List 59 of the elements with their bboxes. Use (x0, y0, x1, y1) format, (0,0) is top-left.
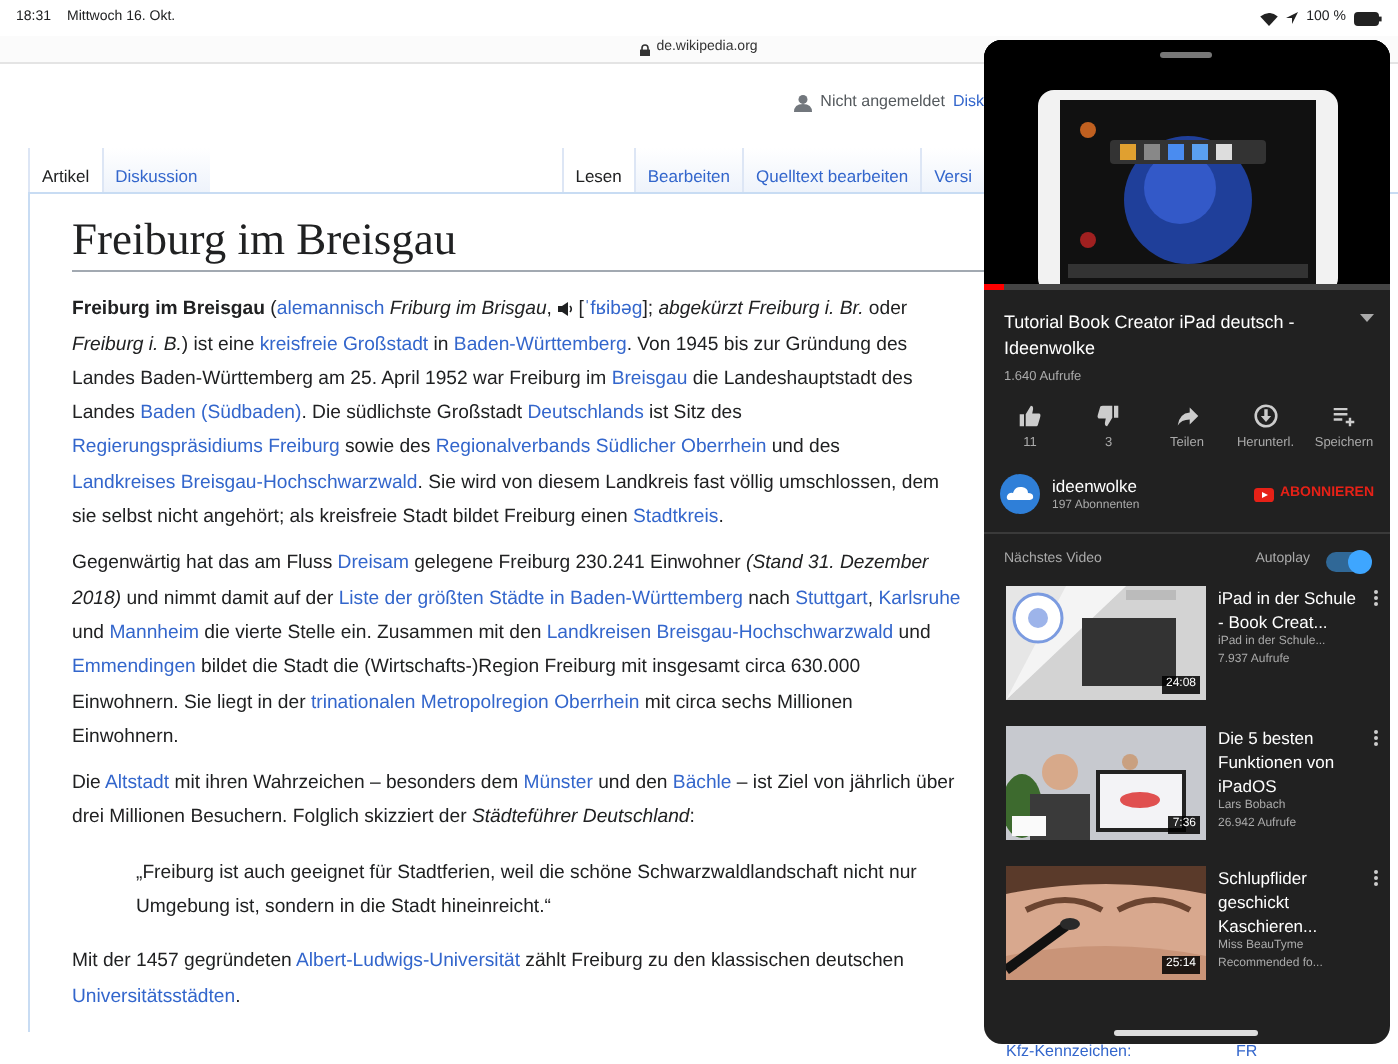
tab[interactable]: Versi (920, 148, 984, 192)
link[interactable]: ˈfʁibəg (583, 298, 643, 321)
link[interactable]: Landkreises Breisgau-Hochschwarzwald (72, 471, 418, 494)
link[interactable]: Stadtkreis (633, 506, 719, 529)
expand-caret-icon[interactable] (1360, 314, 1374, 322)
paragraph: Freiburg im Breisgau (alemannisch Friburg im Brisgau, [ˈfʁibəg]; abgekürzt Freiburg i. Br. oder Freiburg i. B.) ist eine kreisfreie Großstadt in Baden-Württemberg. Von 1945 bis zur Gründung des Landes Baden-Württemberg am 25. April 1952 war Freiburg im Breisgau die Landeshauptstadt des Landes Baden (Südbaden). Die südlichste Großstadt Deutschlands ist Sitz des Regierungspräsidiums Freiburg sowie des Regionalverbands Südlicher Oberrhein und des Landkreises Breisgau-Hochschwarzwald. Sie wird von diesem Landkreis fast völlig umschlossen, dem sie selbst nicht angehört; als kreisfreie Stadt bildet Freiburg einen Stadtkreis. (72, 296, 942, 533)
infobox-value[interactable]: FR (1236, 1042, 1258, 1062)
wifi-icon (1260, 11, 1279, 25)
share-icon (1175, 403, 1199, 428)
link[interactable]: Stuttgart (795, 587, 868, 610)
lock-icon (640, 43, 651, 55)
link[interactable]: Regierungspräsidiums Freiburg (72, 436, 340, 459)
link[interactable]: Landkreisen Breisgau-Hochschwarzwald (546, 621, 894, 644)
link[interactable]: kreisfreie Großstadt (259, 333, 429, 356)
link[interactable]: Altstadt (105, 772, 170, 795)
paragraph: Mit der 1457 gegründeten Albert-Ludwigs-Universität zählt Freiburg zu den klassischen deutschen Universitätsstädten. (72, 948, 906, 1012)
download-icon (1253, 403, 1278, 428)
link[interactable]: Dreisam (337, 552, 409, 575)
link[interactable]: Bächle (672, 772, 732, 795)
talk-link[interactable]: Disk (952, 90, 984, 114)
location-icon (1286, 12, 1299, 24)
link[interactable]: Karlsruhe (878, 587, 961, 610)
link[interactable]: trinationalen Metropolregion Oberrhein (310, 691, 640, 714)
link[interactable]: Deutschlands (527, 402, 644, 425)
link[interactable]: Baden-Württemberg (453, 333, 627, 356)
video-title[interactable]: Die 5 besten Funktionen von iPadOS (1218, 725, 1362, 798)
login-status: Nicht angemeldet (820, 90, 945, 114)
progress-track[interactable] (984, 284, 1390, 290)
tab[interactable]: Diskussion (101, 148, 210, 192)
user-icon (794, 93, 813, 111)
channel-name[interactable]: ideenwolke (1052, 473, 1140, 499)
grabber-handle[interactable] (1160, 52, 1212, 58)
link[interactable]: Münster (523, 772, 593, 795)
tab[interactable]: Quelltext bearbeiten (742, 148, 921, 192)
link[interactable]: Albert-Ludwigs-Universität (296, 950, 520, 973)
link[interactable]: Baden (Südbaden) (140, 402, 302, 425)
battery-icon (1354, 11, 1382, 25)
link[interactable]: Universitätsstädten (72, 985, 236, 1008)
save-to-list-icon (1332, 403, 1356, 428)
channel-avatar-icon[interactable] (1000, 474, 1040, 515)
video-title[interactable]: iPad in der Schule - Book Creat... (1218, 585, 1362, 634)
link[interactable]: Regionalverbands Südlicher Oberrhein (435, 436, 767, 459)
youtube-icon (1253, 487, 1274, 502)
like-icon (1018, 403, 1042, 428)
paragraph: Die Altstadt mit ihren Wahrzeichen – besonders dem Münster und den Bächle – ist Ziel von jährlich über drei Millionen Besuchern. Folglich skizziert der Städteführer Deutschland: (72, 770, 957, 833)
infobox-label[interactable]: Kfz-Kennzeichen: (1006, 1042, 1236, 1062)
quote: „Freiburg ist auch geeignet für Stadtferien, weil die schöne Schwarzwaldlandschaft nicht nur Umgebung ist, sondern in die Stadt hineinreicht.“ (136, 859, 919, 922)
autoplay-toggle[interactable] (1326, 551, 1370, 571)
dislike-icon (1096, 403, 1121, 428)
tab[interactable]: Bearbeiten (633, 148, 743, 192)
link[interactable]: alemannisch (276, 298, 385, 321)
paragraph: Gegenwärtig hat das am Fluss Dreisam gelegene Freiburg 230.241 Einwohner (Stand 31. Dezember 2018) und nimmt damit auf der Liste der größten Städte in Baden-Württemberg nach Stuttgart, Karlsruhe und Mannheim die vierte Stelle ein. Zusammen mit den Landkreisen Breisgau-Hochschwarzwald und Emmendingen bildet die Stadt die (Wirtschafts-)Region Freiburg mit insgesamt circa 630.000 Einwohnern. Sie liegt in der trinationalen Metropolregion Oberrhein mit circa sechs Millionen Einwohnern. (72, 550, 962, 752)
link[interactable]: Breisgau (611, 367, 688, 390)
video-title: Tutorial Book Creator iPad deutsch - Ideenwolke (1004, 310, 1297, 362)
link[interactable]: Emmendingen (72, 656, 196, 679)
speaker-icon[interactable] (557, 302, 574, 317)
link[interactable]: Liste der größten Städte in Baden-Württemberg (338, 587, 743, 610)
link[interactable]: Mannheim (109, 621, 199, 644)
video-title[interactable]: Schlupflider geschickt Kaschieren... (1218, 865, 1362, 938)
